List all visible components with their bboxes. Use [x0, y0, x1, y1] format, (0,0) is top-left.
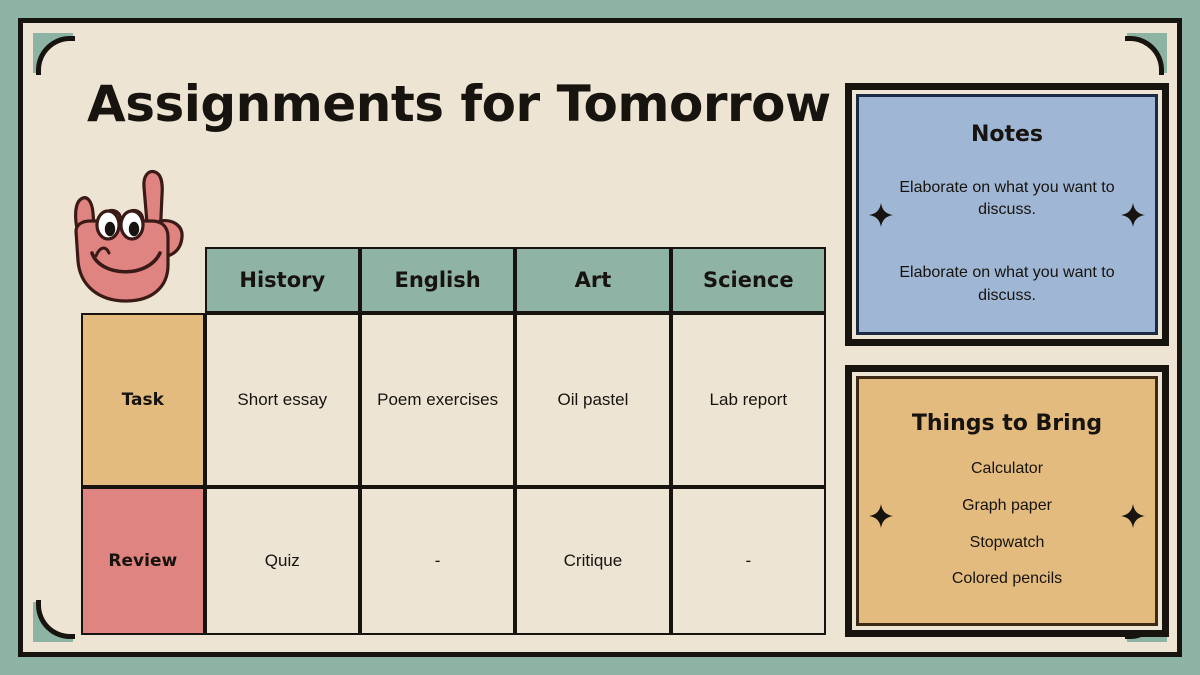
table-row: Review Quiz - Critique -: [81, 487, 826, 635]
bring-item: Graph paper: [962, 496, 1052, 514]
things-to-bring-panel[interactable]: Things to Bring Calculator Graph paper S…: [845, 365, 1169, 637]
notes-panel-inner: Notes Elaborate on what you want to disc…: [856, 94, 1158, 335]
bring-item: Colored pencils: [951, 570, 1063, 588]
column-header-science[interactable]: Science: [670, 247, 826, 313]
hand-rock-on-smiley-icon: [56, 161, 206, 311]
things-to-bring-title: Things to Bring: [911, 411, 1103, 437]
four-point-star-icon: [869, 503, 893, 528]
corner-notch-bottom-left: [36, 600, 75, 639]
cell-review-history[interactable]: Quiz: [204, 487, 360, 635]
table-row: Task Short essay Poem exercises Oil past…: [81, 313, 826, 487]
cell-task-history[interactable]: Short essay: [204, 313, 360, 487]
cell-task-science[interactable]: Lab report: [670, 313, 826, 487]
row-header-task[interactable]: Task: [81, 313, 205, 487]
notes-line: Elaborate on what you want to discuss.: [899, 264, 1115, 304]
cell-review-english[interactable]: -: [359, 487, 516, 635]
row-header-review[interactable]: Review: [81, 487, 205, 635]
notes-panel-title: Notes: [970, 121, 1044, 147]
four-point-star-icon: [1121, 202, 1145, 227]
four-point-star-icon: [1121, 503, 1145, 528]
page-title: Assignments for Tomorrow: [87, 75, 831, 133]
column-header-history[interactable]: History: [204, 247, 360, 313]
notes-line: Elaborate on what you want to discuss.: [899, 178, 1115, 219]
cell-review-science[interactable]: -: [670, 487, 826, 635]
cell-task-art[interactable]: Oil pastel: [515, 313, 671, 487]
slide-card: Assignments for Tomorrow History English…: [18, 18, 1182, 657]
bring-item: Stopwatch: [969, 533, 1045, 551]
four-point-star-icon: [869, 202, 893, 227]
bring-item: Calculator: [970, 460, 1044, 478]
things-to-bring-panel-inner: Things to Bring Calculator Graph paper S…: [856, 376, 1158, 626]
column-header-english[interactable]: English: [359, 247, 516, 313]
things-to-bring-body: Things to Bring Calculator Graph paper S…: [859, 411, 1155, 591]
column-header-art[interactable]: Art: [515, 247, 671, 313]
corner-notch-top-right: [1125, 36, 1164, 75]
cell-task-english[interactable]: Poem exercises: [359, 313, 516, 487]
notes-panel[interactable]: Notes Elaborate on what you want to disc…: [845, 83, 1169, 346]
cell-review-art[interactable]: Critique: [515, 487, 671, 635]
corner-notch-top-left: [36, 36, 75, 75]
notes-panel-body: Notes Elaborate on what you want to disc…: [859, 122, 1155, 308]
